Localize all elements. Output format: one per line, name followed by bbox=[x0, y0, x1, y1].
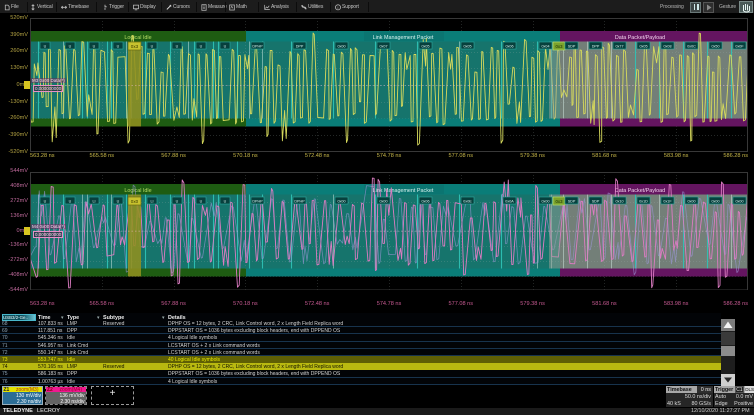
svg-text:0x50: 0x50 bbox=[712, 44, 720, 48]
svg-text:Link Management Packet: Link Management Packet bbox=[373, 35, 434, 41]
svg-text:0x00: 0x00 bbox=[736, 199, 744, 203]
svg-text:0x10: 0x10 bbox=[616, 199, 624, 203]
svg-text:LI: LI bbox=[92, 199, 95, 203]
svg-text:U: U bbox=[69, 199, 72, 203]
svg-text:U: U bbox=[44, 199, 47, 203]
svg-text:0x3: 0x3 bbox=[131, 44, 139, 49]
svg-text:0x06: 0x06 bbox=[506, 44, 514, 48]
svg-text:0x05: 0x05 bbox=[422, 44, 430, 48]
svg-text:U: U bbox=[200, 199, 203, 203]
svg-text:DPP: DPP bbox=[592, 44, 600, 48]
svg-text:0x05: 0x05 bbox=[640, 44, 648, 48]
svg-text:0x00: 0x00 bbox=[380, 199, 388, 203]
svg-text:SDP: SDP bbox=[592, 199, 600, 203]
svg-text:DPP: DPP bbox=[296, 44, 304, 48]
svg-text:LI: LI bbox=[150, 199, 153, 203]
svg-text:Logical Idle: Logical Idle bbox=[124, 187, 151, 193]
svg-text:Link Management Packet: Link Management Packet bbox=[373, 187, 434, 193]
svg-text:0x3: 0x3 bbox=[556, 44, 564, 49]
svg-text:0x07: 0x07 bbox=[380, 44, 388, 48]
svg-text:SDP: SDP bbox=[568, 44, 576, 48]
svg-text:0x04: 0x04 bbox=[542, 44, 550, 48]
svg-text:U: U bbox=[200, 44, 203, 48]
svg-text:DPHP: DPHP bbox=[294, 199, 305, 203]
svg-text:0x0C: 0x0C bbox=[687, 44, 696, 48]
svg-text:U: U bbox=[224, 199, 227, 203]
svg-text:0x77: 0x77 bbox=[616, 44, 624, 48]
svg-text:Data Packet/Payload: Data Packet/Payload bbox=[615, 35, 665, 41]
svg-text:Logical Idle: Logical Idle bbox=[124, 35, 151, 41]
svg-text:U: U bbox=[176, 199, 179, 203]
svg-text:SDP: SDP bbox=[568, 199, 576, 203]
svg-text:U: U bbox=[69, 44, 72, 48]
svg-text:0x0: 0x0 bbox=[131, 199, 139, 204]
svg-text:0x0E: 0x0E bbox=[463, 199, 472, 203]
svg-text:0x00: 0x00 bbox=[338, 44, 346, 48]
svg-text:U: U bbox=[44, 44, 47, 48]
svg-text:U: U bbox=[151, 44, 154, 48]
svg-text:U: U bbox=[117, 199, 120, 203]
svg-text:0x0F: 0x0F bbox=[735, 44, 744, 48]
svg-text:0x1D: 0x1D bbox=[639, 199, 648, 203]
svg-text:DPHP: DPHP bbox=[252, 199, 263, 203]
svg-text:0x06: 0x06 bbox=[422, 199, 430, 203]
svg-text:0x05: 0x05 bbox=[464, 44, 472, 48]
svg-text:Data Packet/Payload: Data Packet/Payload bbox=[615, 187, 665, 193]
svg-text:U: U bbox=[117, 44, 120, 48]
svg-text:DPHP: DPHP bbox=[252, 44, 263, 48]
svg-text:0x00: 0x00 bbox=[338, 199, 346, 203]
svg-text:i: i bbox=[338, 4, 339, 9]
svg-text:0x00: 0x00 bbox=[542, 199, 550, 203]
svg-text:0x3: 0x3 bbox=[556, 199, 564, 204]
svg-text:U: U bbox=[224, 44, 227, 48]
svg-text:0x00: 0x00 bbox=[688, 199, 696, 203]
svg-text:U: U bbox=[176, 44, 179, 48]
svg-text:0x1F: 0x1F bbox=[663, 199, 672, 203]
svg-text:U: U bbox=[93, 44, 96, 48]
svg-text:0x08: 0x08 bbox=[664, 44, 672, 48]
svg-text:0x0A: 0x0A bbox=[505, 199, 514, 203]
svg-text:0x00: 0x00 bbox=[712, 199, 720, 203]
